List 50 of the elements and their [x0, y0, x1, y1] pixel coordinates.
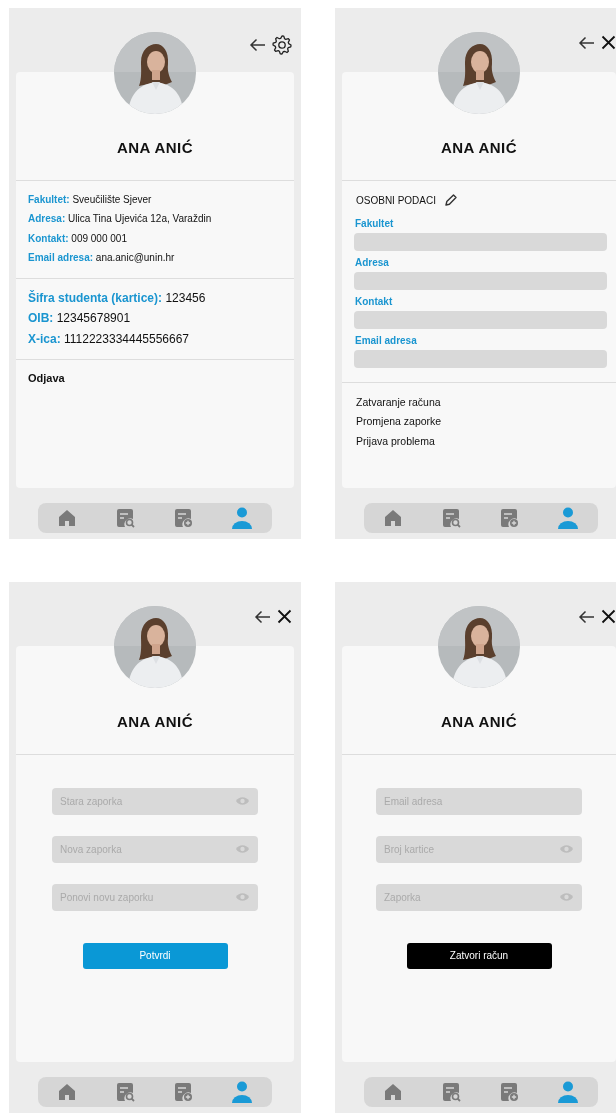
home-icon[interactable]: [57, 1082, 77, 1102]
field-label: Email adresa: [355, 333, 418, 348]
field-label: Fakultet: [355, 216, 395, 231]
home-icon[interactable]: [383, 508, 403, 528]
info-line: Kontakt: 009 000 001: [28, 231, 128, 246]
edit-icon[interactable]: [444, 193, 457, 207]
input-field[interactable]: [354, 310, 607, 329]
field-label: Adresa: [355, 255, 390, 270]
info-line: Adresa: Ulica Tina Ujevića 12a, Varaždin: [28, 212, 213, 226]
input-field[interactable]: [354, 232, 607, 251]
document-search-icon[interactable]: [441, 1082, 461, 1102]
close-icon[interactable]: [277, 609, 292, 624]
profile-icon[interactable]: [231, 507, 253, 529]
close-icon[interactable]: [601, 609, 616, 624]
back-icon[interactable]: [578, 35, 595, 50]
info-line: Fakultet: Sveučilište Sjever: [28, 192, 153, 207]
user-name: ANA ANIĆ: [439, 712, 519, 732]
info-line: X-ica: 1112223334445556667: [28, 330, 191, 348]
document-search-icon[interactable]: [115, 508, 135, 528]
settings-icon[interactable]: [272, 35, 292, 55]
document-add-icon[interactable]: [499, 1082, 519, 1102]
info-line: Šifra studenta (kartice): 123456: [28, 289, 207, 307]
profile-icon[interactable]: [557, 507, 579, 529]
document-search-icon[interactable]: [441, 508, 461, 528]
submit-button[interactable]: Zatvori račun: [406, 942, 552, 969]
info-line: Email adresa: ana.anic@unin.hr: [28, 251, 176, 265]
back-icon[interactable]: [578, 609, 595, 624]
input-field[interactable]: [354, 271, 607, 290]
home-icon[interactable]: [383, 1082, 403, 1102]
info-line: OIB: 12345678901: [28, 310, 132, 327]
settings-link[interactable]: Prijava problema: [356, 431, 602, 451]
settings-link[interactable]: Promjena zaporke: [356, 412, 602, 432]
settings-link[interactable]: Zatvaranje računa: [356, 392, 602, 412]
input-field[interactable]: [354, 349, 607, 368]
document-add-icon[interactable]: [499, 508, 519, 528]
document-add-icon[interactable]: [173, 1082, 193, 1102]
close-icon[interactable]: [601, 35, 616, 50]
user-name: ANA ANIĆ: [115, 138, 195, 158]
home-icon[interactable]: [57, 508, 77, 528]
user-name: ANA ANIĆ: [439, 138, 519, 158]
section-title: OSOBNI PODACI: [356, 193, 436, 208]
back-icon[interactable]: [249, 38, 266, 52]
back-icon[interactable]: [254, 609, 271, 624]
document-add-icon[interactable]: [173, 508, 193, 528]
logout-link[interactable]: Odjava: [16, 360, 294, 397]
document-search-icon[interactable]: [115, 1082, 135, 1102]
user-name: ANA ANIĆ: [115, 712, 195, 732]
profile-icon[interactable]: [231, 1081, 253, 1103]
profile-icon[interactable]: [557, 1081, 579, 1103]
field-label: Kontakt: [355, 294, 394, 309]
